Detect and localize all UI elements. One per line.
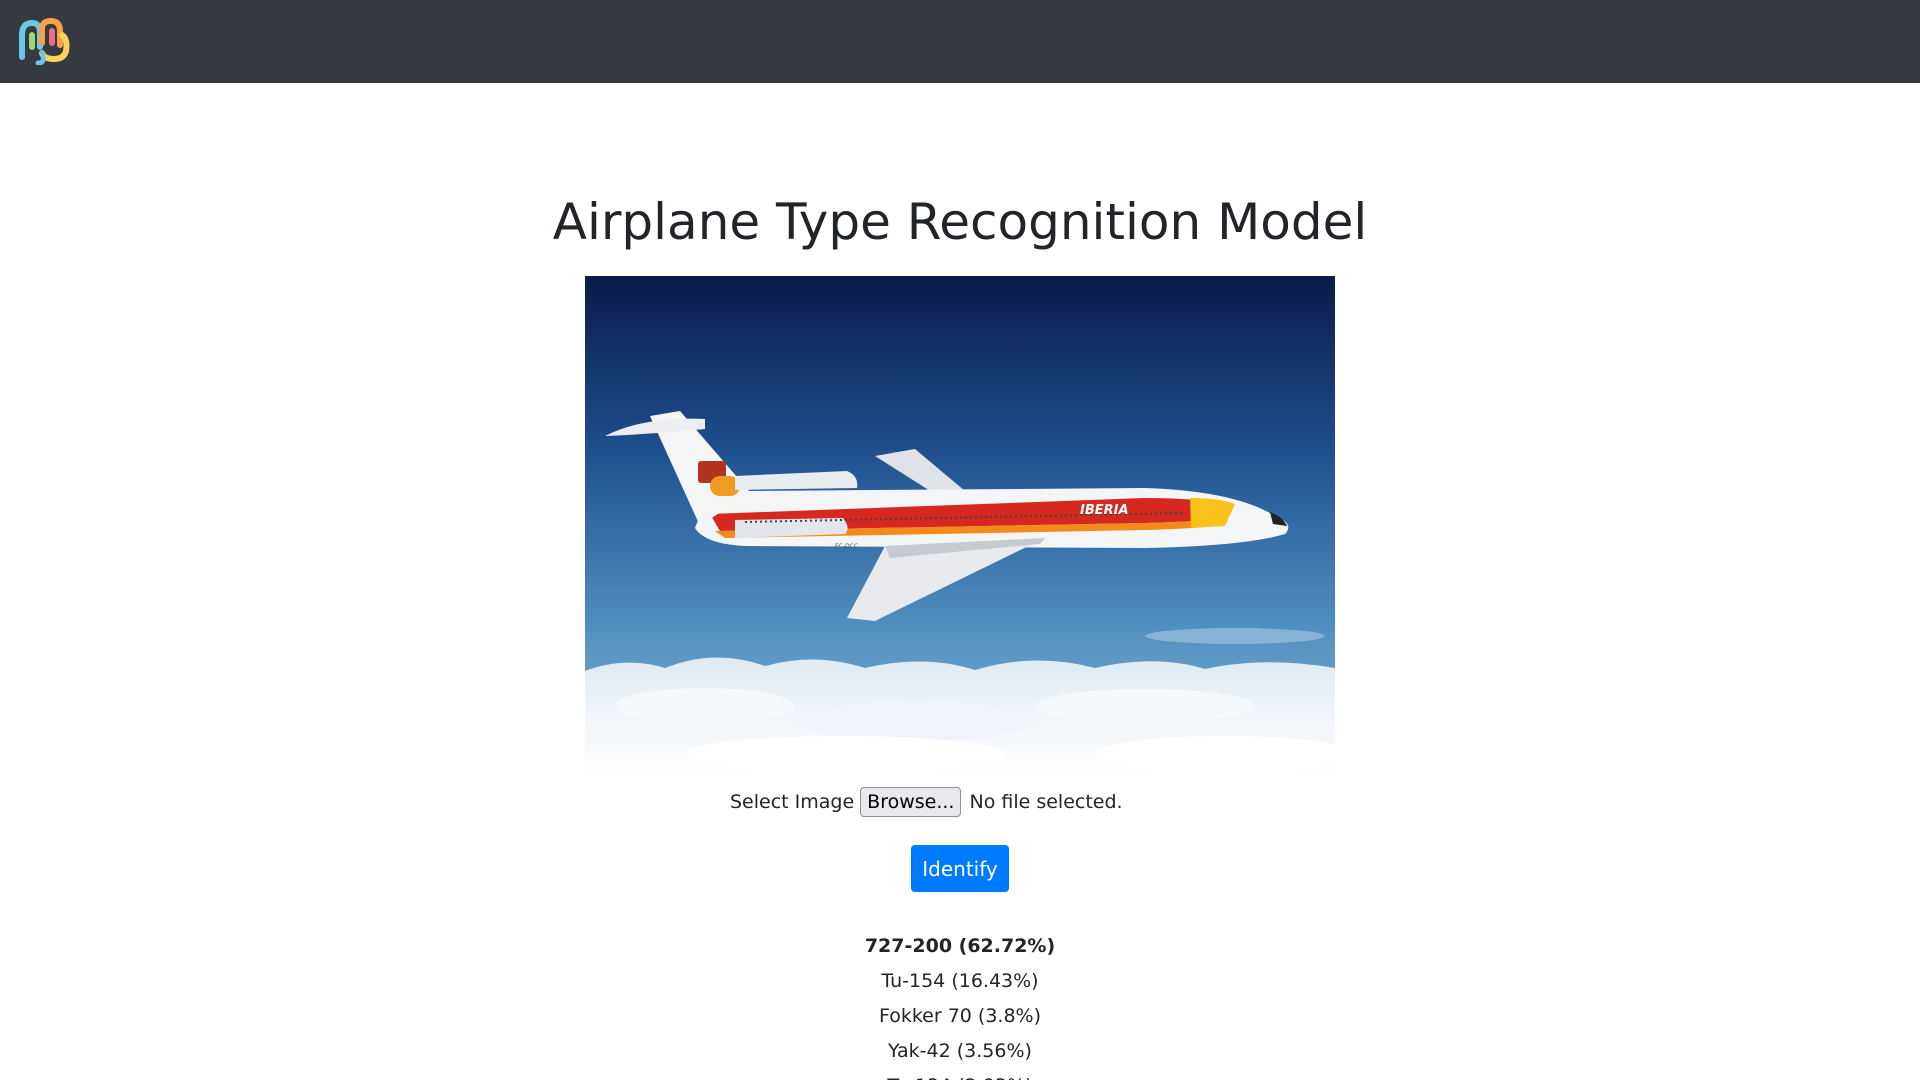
prediction-item: Fokker 70 (3.8%)	[878, 1005, 1042, 1027]
page-title: Airplane Type Recognition Model	[552, 193, 1368, 251]
browse-button[interactable]: Browse...	[860, 787, 962, 817]
livery-text: IBERIA	[1080, 503, 1129, 518]
top-navbar	[0, 0, 1920, 83]
file-input-label: Select Image	[730, 791, 855, 813]
brand-logo-icon[interactable]	[18, 17, 72, 65]
prediction-results: 727-200 (62.72%) Tu-154 (16.43%) Fokker …	[0, 929, 1920, 1080]
file-status-text: No file selected.	[969, 791, 1123, 813]
airplane-photo: IBERIA EC-DCC	[585, 276, 1335, 775]
image-preview: IBERIA EC-DCC	[585, 276, 1335, 775]
prediction-item: Yak-42 (3.56%)	[888, 1040, 1032, 1062]
prediction-item: Tu-134 (2.93%)	[0, 1069, 1920, 1080]
prediction-item-top: 727-200 (62.72%)	[864, 935, 1056, 957]
prediction-item: Tu-154 (16.43%)	[881, 970, 1039, 992]
file-input-row: Select Image Browse... No file selected.	[730, 786, 1123, 818]
identify-button[interactable]: Identify	[911, 845, 1009, 892]
registration-text: EC-DCC	[835, 543, 858, 550]
